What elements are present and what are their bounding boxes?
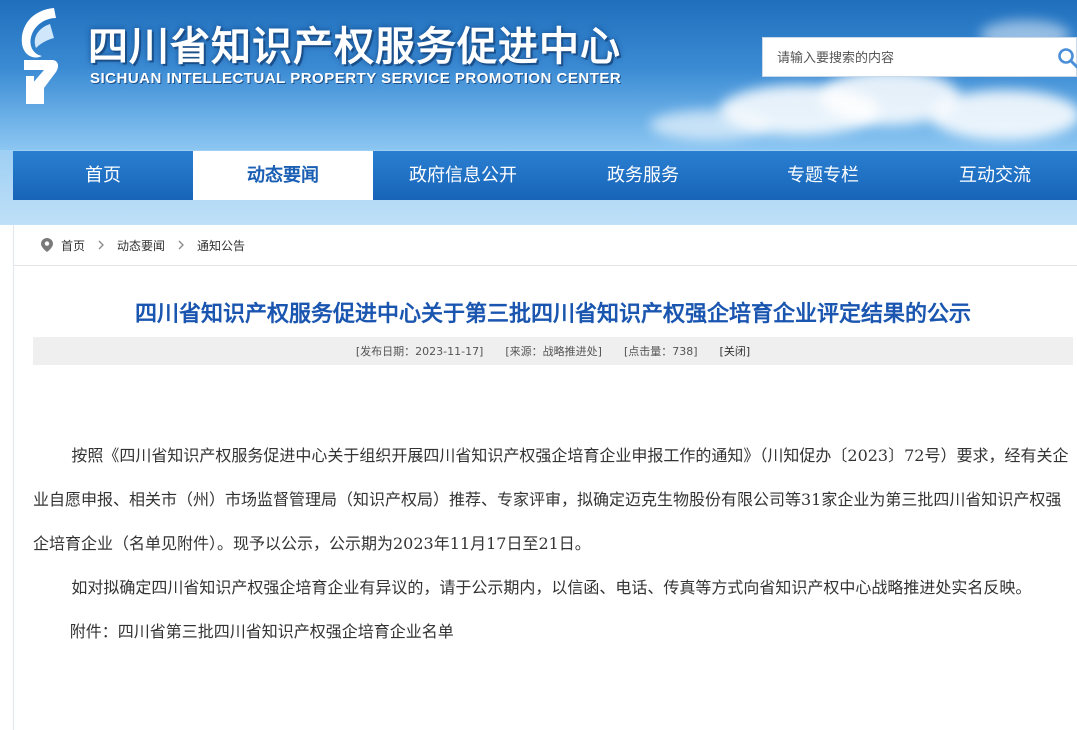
location-pin-icon	[41, 238, 53, 252]
article-paragraph: 按照《四川省知识产权服务促进中心关于组织开展四川省知识产权强企培育企业申报工作的…	[33, 446, 1069, 553]
site-title: 四川省知识产权服务促进中心	[88, 24, 621, 70]
article-meta: [发布日期：2023-11-17] [来源：战略推进处] [点击量：738] […	[33, 337, 1073, 365]
nav-item-interaction[interactable]: 互动交流	[913, 151, 1077, 200]
search-icon[interactable]	[1057, 47, 1077, 69]
article-body: 按照《四川省知识产权服务促进中心关于组织开展四川省知识产权强企培育企业申报工作的…	[33, 434, 1069, 654]
main-nav: 首页 动态要闻 政府信息公开 政务服务 专题专栏 互动交流	[13, 151, 1077, 200]
breadcrumb-news[interactable]: 动态要闻	[117, 237, 165, 254]
nav-item-gov-services[interactable]: 政务服务	[553, 151, 733, 200]
nav-item-gov-info[interactable]: 政府信息公开	[373, 151, 553, 200]
article-source: [来源：战略推进处]	[505, 345, 602, 358]
chevron-right-icon	[98, 240, 104, 250]
breadcrumb-home[interactable]: 首页	[61, 237, 85, 254]
nav-item-special-topics[interactable]: 专题专栏	[733, 151, 913, 200]
search-input[interactable]	[775, 38, 1049, 78]
publish-date: [发布日期：2023-11-17]	[355, 345, 484, 358]
cloud-decoration	[930, 90, 1077, 140]
sichuan-ip-logo-icon[interactable]	[14, 4, 62, 108]
site-header: 四川省知识产权服务促进中心 SICHUAN INTELLECTUAL PROPE…	[0, 0, 1077, 150]
close-link[interactable]: [关闭]	[720, 343, 751, 359]
article-title: 四川省知识产权服务促进中心关于第三批四川省知识产权强企培育企业评定结果的公示	[134, 302, 971, 327]
chevron-right-icon	[178, 240, 184, 250]
site-subtitle: SICHUAN INTELLECTUAL PROPERTY SERVICE PR…	[90, 70, 622, 87]
nav-item-home[interactable]: 首页	[13, 151, 193, 200]
cloud-decoration	[650, 110, 770, 140]
article-paragraph: 如对拟确定四川省知识产权强企培育企业有异议的，请于公示期内，以信函、电话、传真等…	[71, 578, 1032, 597]
breadcrumb-current[interactable]: 通知公告	[197, 237, 245, 254]
attachment-link[interactable]: 附件：四川省第三批四川省知识产权强企培育企业名单	[33, 610, 1069, 654]
click-count: [点击量：738]	[623, 345, 698, 358]
nav-item-news[interactable]: 动态要闻	[193, 151, 373, 200]
breadcrumb: 首页 动态要闻 通知公告	[13, 225, 1077, 266]
search-box	[762, 37, 1077, 78]
